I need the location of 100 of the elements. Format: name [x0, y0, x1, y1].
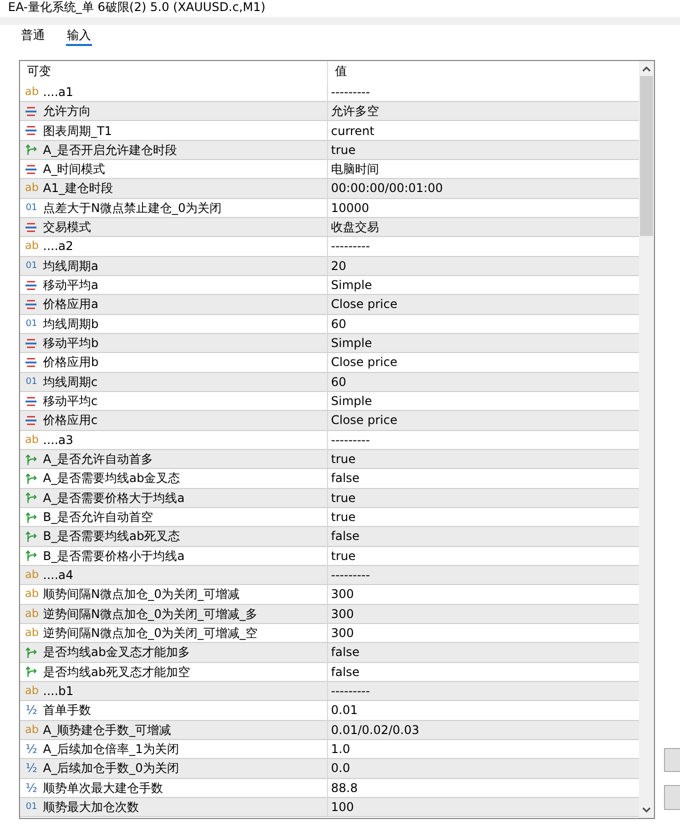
list-icon: [25, 414, 37, 426]
parameter-value: 0.01/0.02/0.03: [331, 722, 420, 738]
parameter-value: ---------: [331, 683, 370, 700]
parameter-row[interactable]: ab ....a2 ---------: [20, 237, 639, 257]
parameter-name: A_顺势建仓手数_可增减: [43, 722, 172, 738]
type-code: ab: [25, 587, 38, 602]
tab[interactable]: 输入: [66, 26, 92, 46]
parameter-value: 300: [331, 625, 354, 642]
chevron-up-icon[interactable]: [642, 66, 651, 72]
parameter-name: 移动平均a: [43, 277, 98, 294]
parameter-value: false: [331, 528, 360, 544]
parameter-value: false: [331, 664, 360, 680]
list-icon: [25, 356, 37, 368]
parameter-name: 点差大于N微点禁止建仓_0为关闭: [43, 200, 222, 216]
parameter-name: A_是否需要均线ab金叉态: [43, 470, 180, 486]
parameter-row[interactable]: 价格应用b Close price: [20, 353, 639, 373]
parameter-row[interactable]: ½ 首单手数 0.01: [20, 701, 639, 721]
parameter-row[interactable]: 01 均线周期a 20: [20, 256, 639, 276]
parameter-row[interactable]: 价格应用c Close price: [20, 411, 639, 431]
list-icon: [25, 164, 37, 175]
parameter-name: B_是否需要价格小于均线a: [43, 548, 185, 564]
parameter-value: 0.01: [331, 702, 358, 718]
parameter-row[interactable]: 01 均线周期c 60: [20, 372, 639, 392]
type-code: ½: [25, 780, 38, 795]
parameter-row[interactable]: B_是否需要价格小于均线a true: [20, 546, 639, 566]
parameter-row[interactable]: ab 逆势间隔N微点加仓_0为关闭_可增减_空 300: [20, 624, 639, 644]
parameter-row[interactable]: ab ....a4 ---------: [20, 566, 639, 586]
parameter-row[interactable]: 是否均线ab金叉态才能加多 false: [20, 643, 639, 663]
parameter-row[interactable]: 01 顺势最大加仓次数 100: [20, 798, 639, 818]
parameter-row[interactable]: 01 均线周期b 60: [20, 314, 639, 334]
parameter-row[interactable]: 移动平均a Simple: [20, 276, 639, 296]
parameter-value: current: [331, 122, 374, 138]
parameter-row[interactable]: ½ A_后续加仓手数_0为关闭 0.0: [20, 759, 639, 778]
parameter-name: 均线周期b: [43, 316, 99, 332]
parameter-name: A_后续加仓手数_0为关闭: [43, 760, 179, 776]
parameter-row[interactable]: A_是否需要均线ab金叉态 false: [20, 469, 639, 489]
parameter-name: 均线周期c: [43, 374, 98, 390]
parameter-row[interactable]: ab 逆势间隔N微点加仓_0为关闭_可增减_多 300: [20, 604, 639, 624]
parameter-value: 60: [331, 374, 346, 390]
scrollbar-thumb[interactable]: [640, 76, 653, 236]
list-icon: [25, 125, 37, 136]
parameter-value: Simple: [331, 335, 372, 352]
dialog-button[interactable]: [664, 785, 680, 810]
parameter-row[interactable]: 移动平均b Simple: [20, 334, 639, 354]
scrollbar[interactable]: [639, 61, 654, 818]
branch-arrow-icon: [25, 144, 37, 156]
parameter-row[interactable]: ab ....a3 ---------: [20, 430, 639, 450]
list-icon: [25, 106, 37, 117]
parameter-row[interactable]: ab ....a1 ---------: [20, 82, 639, 102]
parameter-row[interactable]: ab ....b1 ---------: [20, 682, 639, 702]
parameter-row[interactable]: B_是否允许自动首空 true: [20, 508, 639, 528]
parameter-row[interactable]: 移动平均c Simple: [20, 392, 639, 412]
type-code: 01: [25, 318, 38, 331]
parameter-name: 逆势间隔N微点加仓_0为关闭_可增减_多: [43, 606, 258, 622]
parameter-row[interactable]: ½ A_后续加仓倍率_1为关闭 1.0: [20, 740, 639, 760]
parameter-value: 300: [331, 606, 354, 622]
parameter-row[interactable]: ½ 顺势单次最大建仓手数 88.8: [20, 778, 639, 798]
parameter-row[interactable]: ab 顺势间隔N微点加仓_0为关闭_可增减 300: [20, 585, 639, 605]
parameter-row[interactable]: A_时间模式 电脑时间: [20, 160, 639, 180]
parameter-name: A_是否允许自动首多: [43, 451, 154, 468]
dialog-button[interactable]: [664, 748, 680, 772]
branch-arrow-icon: [25, 530, 37, 542]
parameter-row[interactable]: 是否均线ab死叉态才能加空 false: [20, 662, 639, 682]
tab[interactable]: 普通: [20, 26, 46, 46]
parameter-row[interactable]: A_是否允许自动首多 true: [20, 450, 639, 470]
parameter-row[interactable]: A_是否需要价格大于均线a true: [20, 488, 639, 508]
parameter-row[interactable]: 价格应用a Close price: [20, 295, 639, 315]
parameter-name: ....a4: [43, 567, 74, 584]
list-icon: [25, 338, 37, 349]
parameter-value: ---------: [331, 432, 370, 448]
type-code: ab: [25, 684, 38, 698]
parameter-name: 价格应用c: [43, 412, 98, 428]
window-title: EA-量化系统_单 6破限(2) 5.0 (XAUUSD.c,M1): [8, 0, 266, 15]
chevron-down-icon[interactable]: [642, 807, 651, 813]
parameter-row[interactable]: B_是否需要均线ab死叉态 false: [20, 527, 639, 547]
type-code: ab: [25, 84, 38, 99]
parameter-name: 价格应用b: [43, 354, 99, 370]
parameter-row[interactable]: ab A1_建仓时段 00:00:00/00:01:00: [20, 179, 639, 199]
parameter-name: 逆势间隔N微点加仓_0为关闭_可增减_空: [43, 625, 258, 642]
list-icon: [25, 396, 37, 407]
type-code: ab: [25, 181, 38, 196]
parameter-row[interactable]: 01 点差大于N微点禁止建仓_0为关闭 10000: [20, 198, 639, 218]
parameter-name: 顺势间隔N微点加仓_0为关闭_可增减: [43, 586, 240, 602]
parameter-name: 是否均线ab死叉态才能加空: [43, 664, 190, 680]
parameter-name: 顺势最大加仓次数: [43, 798, 139, 815]
type-code: ab: [25, 722, 38, 737]
parameter-row[interactable]: ab A_顺势建仓手数_可增减 0.01/0.02/0.03: [20, 720, 639, 740]
parameter-row[interactable]: A_是否开启允许建仓时段 true: [20, 140, 639, 160]
type-code: ½: [25, 742, 38, 756]
parameter-row[interactable]: 允许方向 允许多空: [20, 102, 639, 122]
parameter-row[interactable]: 图表周期_T1 current: [20, 121, 639, 141]
type-code: ab: [25, 568, 38, 582]
parameter-value: 20: [331, 258, 346, 274]
branch-arrow-icon: [25, 512, 37, 523]
parameter-name: 价格应用a: [43, 296, 98, 312]
parameter-value: 88.8: [331, 780, 358, 796]
parameter-row[interactable]: 交易模式 收盘交易: [20, 218, 639, 238]
list-icon: [25, 298, 37, 310]
parameter-name: 首单手数: [43, 702, 91, 718]
parameter-name: ....b1: [43, 683, 74, 700]
